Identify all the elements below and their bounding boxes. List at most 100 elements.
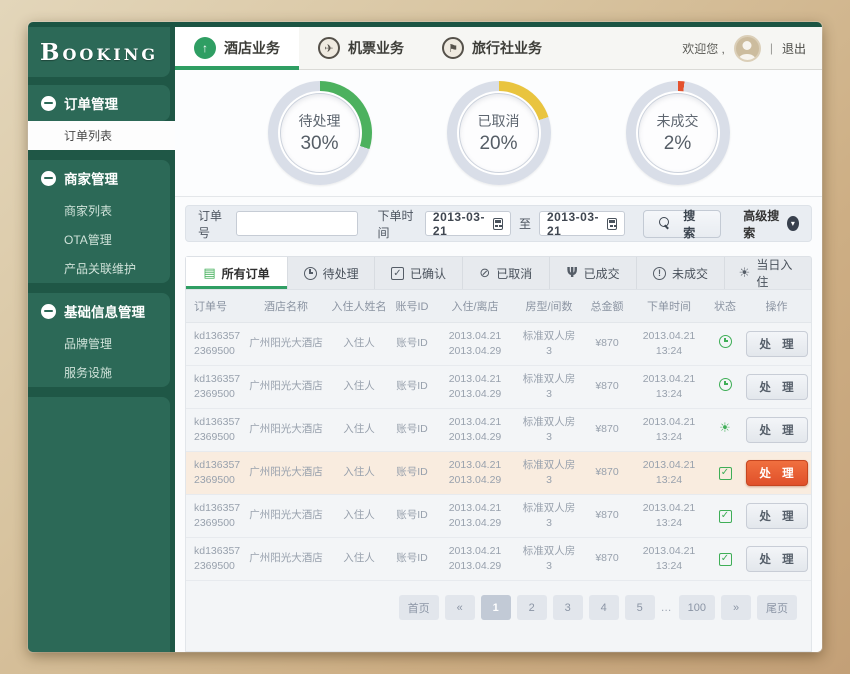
- sidebar-item[interactable]: 品牌管理: [28, 329, 170, 358]
- table-row: kd1363572369500广州阳光大酒店入住人账号ID2013.04.212…: [186, 323, 811, 366]
- cell-order-time-line: 2013.04.21: [630, 329, 708, 344]
- nav-tab-2[interactable]: ✈机票业务: [299, 27, 423, 69]
- sidebar-group: 商家管理商家列表OTA管理产品关联维护: [28, 160, 175, 283]
- cell-stay-dates-line: 2013.04.21: [436, 329, 514, 344]
- cell-stay-dates-line: 2013.04.29: [436, 387, 514, 402]
- sidebar-item[interactable]: OTA管理: [28, 225, 170, 254]
- pagination-button[interactable]: 2: [517, 595, 547, 620]
- cell-order-no-line: 2369500: [194, 473, 242, 488]
- orders-table: 订单号酒店名称入住人姓名账号ID入住/离店房型/间数总金额下单时间状态操作 kd…: [185, 290, 812, 652]
- pagination-button[interactable]: 首页: [399, 595, 439, 620]
- donut-value: 20%: [479, 133, 517, 155]
- cell-amount: ¥870: [584, 422, 630, 437]
- cell-order-no: kd1363572369500: [186, 544, 242, 574]
- search-button[interactable]: 搜 索: [643, 210, 721, 238]
- order-tab-label: 已确认: [410, 265, 446, 282]
- sidebar-group-label: 订单管理: [64, 93, 118, 113]
- calendar-icon[interactable]: [493, 218, 503, 230]
- cell-stay-dates-line: 2013.04.29: [436, 559, 514, 574]
- cell-account-id-line: 账号ID: [388, 336, 436, 351]
- pagination-button[interactable]: «: [445, 595, 475, 620]
- order-no-input[interactable]: [236, 211, 358, 236]
- cell-order-time-line: 13:24: [630, 559, 708, 574]
- date-from-field[interactable]: 2013-03-21: [425, 211, 511, 236]
- pagination-button[interactable]: 4: [589, 595, 619, 620]
- nav-tab-3[interactable]: ⚑旅行社业务: [423, 27, 561, 69]
- sidebar-item[interactable]: 订单列表: [28, 121, 175, 150]
- pagination-button[interactable]: 1: [481, 595, 511, 620]
- sidebar-group-title[interactable]: 商家管理: [28, 160, 170, 196]
- handle-button[interactable]: 处 理: [746, 460, 808, 486]
- sidebar-group-label: 基础信息管理: [64, 301, 145, 321]
- cell-order-no: kd1363572369500: [186, 458, 242, 488]
- cell-guest-name-line: 入住人: [330, 336, 388, 351]
- donut-value: 2%: [664, 133, 691, 155]
- cell-account-id: 账号ID: [388, 508, 436, 523]
- handle-button[interactable]: 处 理: [746, 331, 808, 357]
- cell-room-type-line: 3: [514, 430, 584, 445]
- logout-link[interactable]: 退出: [782, 40, 806, 57]
- table-row: kd1363572369500广州阳光大酒店入住人账号ID2013.04.212…: [186, 495, 811, 538]
- cell-stay-dates: 2013.04.212013.04.29: [436, 329, 514, 359]
- cell-account-id-line: 账号ID: [388, 422, 436, 437]
- sidebar-item[interactable]: 商家列表: [28, 196, 170, 225]
- order-tab-label: 所有订单: [222, 265, 270, 282]
- clock-icon: [719, 335, 732, 348]
- order-tab-3[interactable]: 已确认: [375, 257, 462, 289]
- nav-tab-1[interactable]: ↑酒店业务: [175, 27, 299, 69]
- cell-account-id-line: 账号ID: [388, 551, 436, 566]
- order-tab-5[interactable]: Ψ已成交: [550, 257, 637, 289]
- cell-order-no-line: 2369500: [194, 559, 242, 574]
- cell-amount-line: ¥870: [584, 508, 630, 523]
- order-tab-label: 当日入住: [756, 256, 797, 290]
- cell-room-type: 标准双人房3: [514, 329, 584, 359]
- handle-button[interactable]: 处 理: [746, 503, 808, 529]
- cell-room-type-line: 标准双人房: [514, 458, 584, 473]
- table-row: kd1363572369500广州阳光大酒店入住人账号ID2013.04.212…: [186, 538, 811, 581]
- pagination-button[interactable]: 尾页: [757, 595, 797, 620]
- calendar-icon[interactable]: [607, 218, 617, 230]
- sidebar-group: 订单管理订单列表: [28, 85, 175, 150]
- cell-room-type: 标准双人房3: [514, 458, 584, 488]
- cell-hotel-name-line: 广州阳光大酒店: [242, 379, 330, 394]
- sidebar-item[interactable]: 产品关联维护: [28, 254, 170, 283]
- cell-action: 处 理: [742, 460, 811, 486]
- top-nav-tabs: ↑酒店业务✈机票业务⚑旅行社业务: [175, 27, 561, 69]
- cell-order-no-line: kd136357: [194, 501, 242, 516]
- cell-stay-dates-line: 2013.04.21: [436, 372, 514, 387]
- sidebar-item[interactable]: 服务设施: [28, 358, 170, 387]
- pagination-button[interactable]: 100: [679, 595, 715, 620]
- handle-button[interactable]: 处 理: [746, 374, 808, 400]
- order-tab-6[interactable]: 未成交: [637, 257, 724, 289]
- pagination-button[interactable]: »: [721, 595, 751, 620]
- pagination-button[interactable]: 5: [625, 595, 655, 620]
- donut-hole: 未成交2%: [638, 93, 718, 173]
- user-area: 欢迎您 , | 退出: [682, 27, 822, 69]
- cell-guest-name-line: 入住人: [330, 379, 388, 394]
- handle-button[interactable]: 处 理: [746, 417, 808, 443]
- cell-stay-dates-line: 2013.04.21: [436, 501, 514, 516]
- order-tab-label: 已成交: [584, 265, 620, 282]
- donut-value: 30%: [300, 133, 338, 155]
- cell-hotel-name: 广州阳光大酒店: [242, 465, 330, 480]
- cell-order-time-line: 13:24: [630, 516, 708, 531]
- avatar[interactable]: [734, 35, 761, 62]
- pagination-button[interactable]: 3: [553, 595, 583, 620]
- order-tab-2[interactable]: 待处理: [288, 257, 375, 289]
- advanced-search-link[interactable]: 高级搜索: [743, 207, 799, 241]
- sidebar-group-title[interactable]: 基础信息管理: [28, 293, 170, 329]
- handle-button[interactable]: 处 理: [746, 546, 808, 572]
- order-tab-4[interactable]: ⊘已取消: [463, 257, 550, 289]
- cell-room-type-line: 标准双人房: [514, 544, 584, 559]
- cell-order-time-line: 2013.04.21: [630, 458, 708, 473]
- order-tab-1[interactable]: ▤所有订单: [186, 257, 288, 289]
- cell-account-id-line: 账号ID: [388, 465, 436, 480]
- minus-circle-icon: [41, 304, 56, 319]
- cell-status: [708, 551, 742, 566]
- order-tab-7[interactable]: ☀当日入住: [725, 257, 811, 289]
- cell-account-id: 账号ID: [388, 422, 436, 437]
- minus-circle-icon: [41, 96, 56, 111]
- date-to-field[interactable]: 2013-03-21: [539, 211, 625, 236]
- sidebar-group-title[interactable]: 订单管理: [28, 85, 170, 121]
- checkbox-icon: [719, 553, 732, 566]
